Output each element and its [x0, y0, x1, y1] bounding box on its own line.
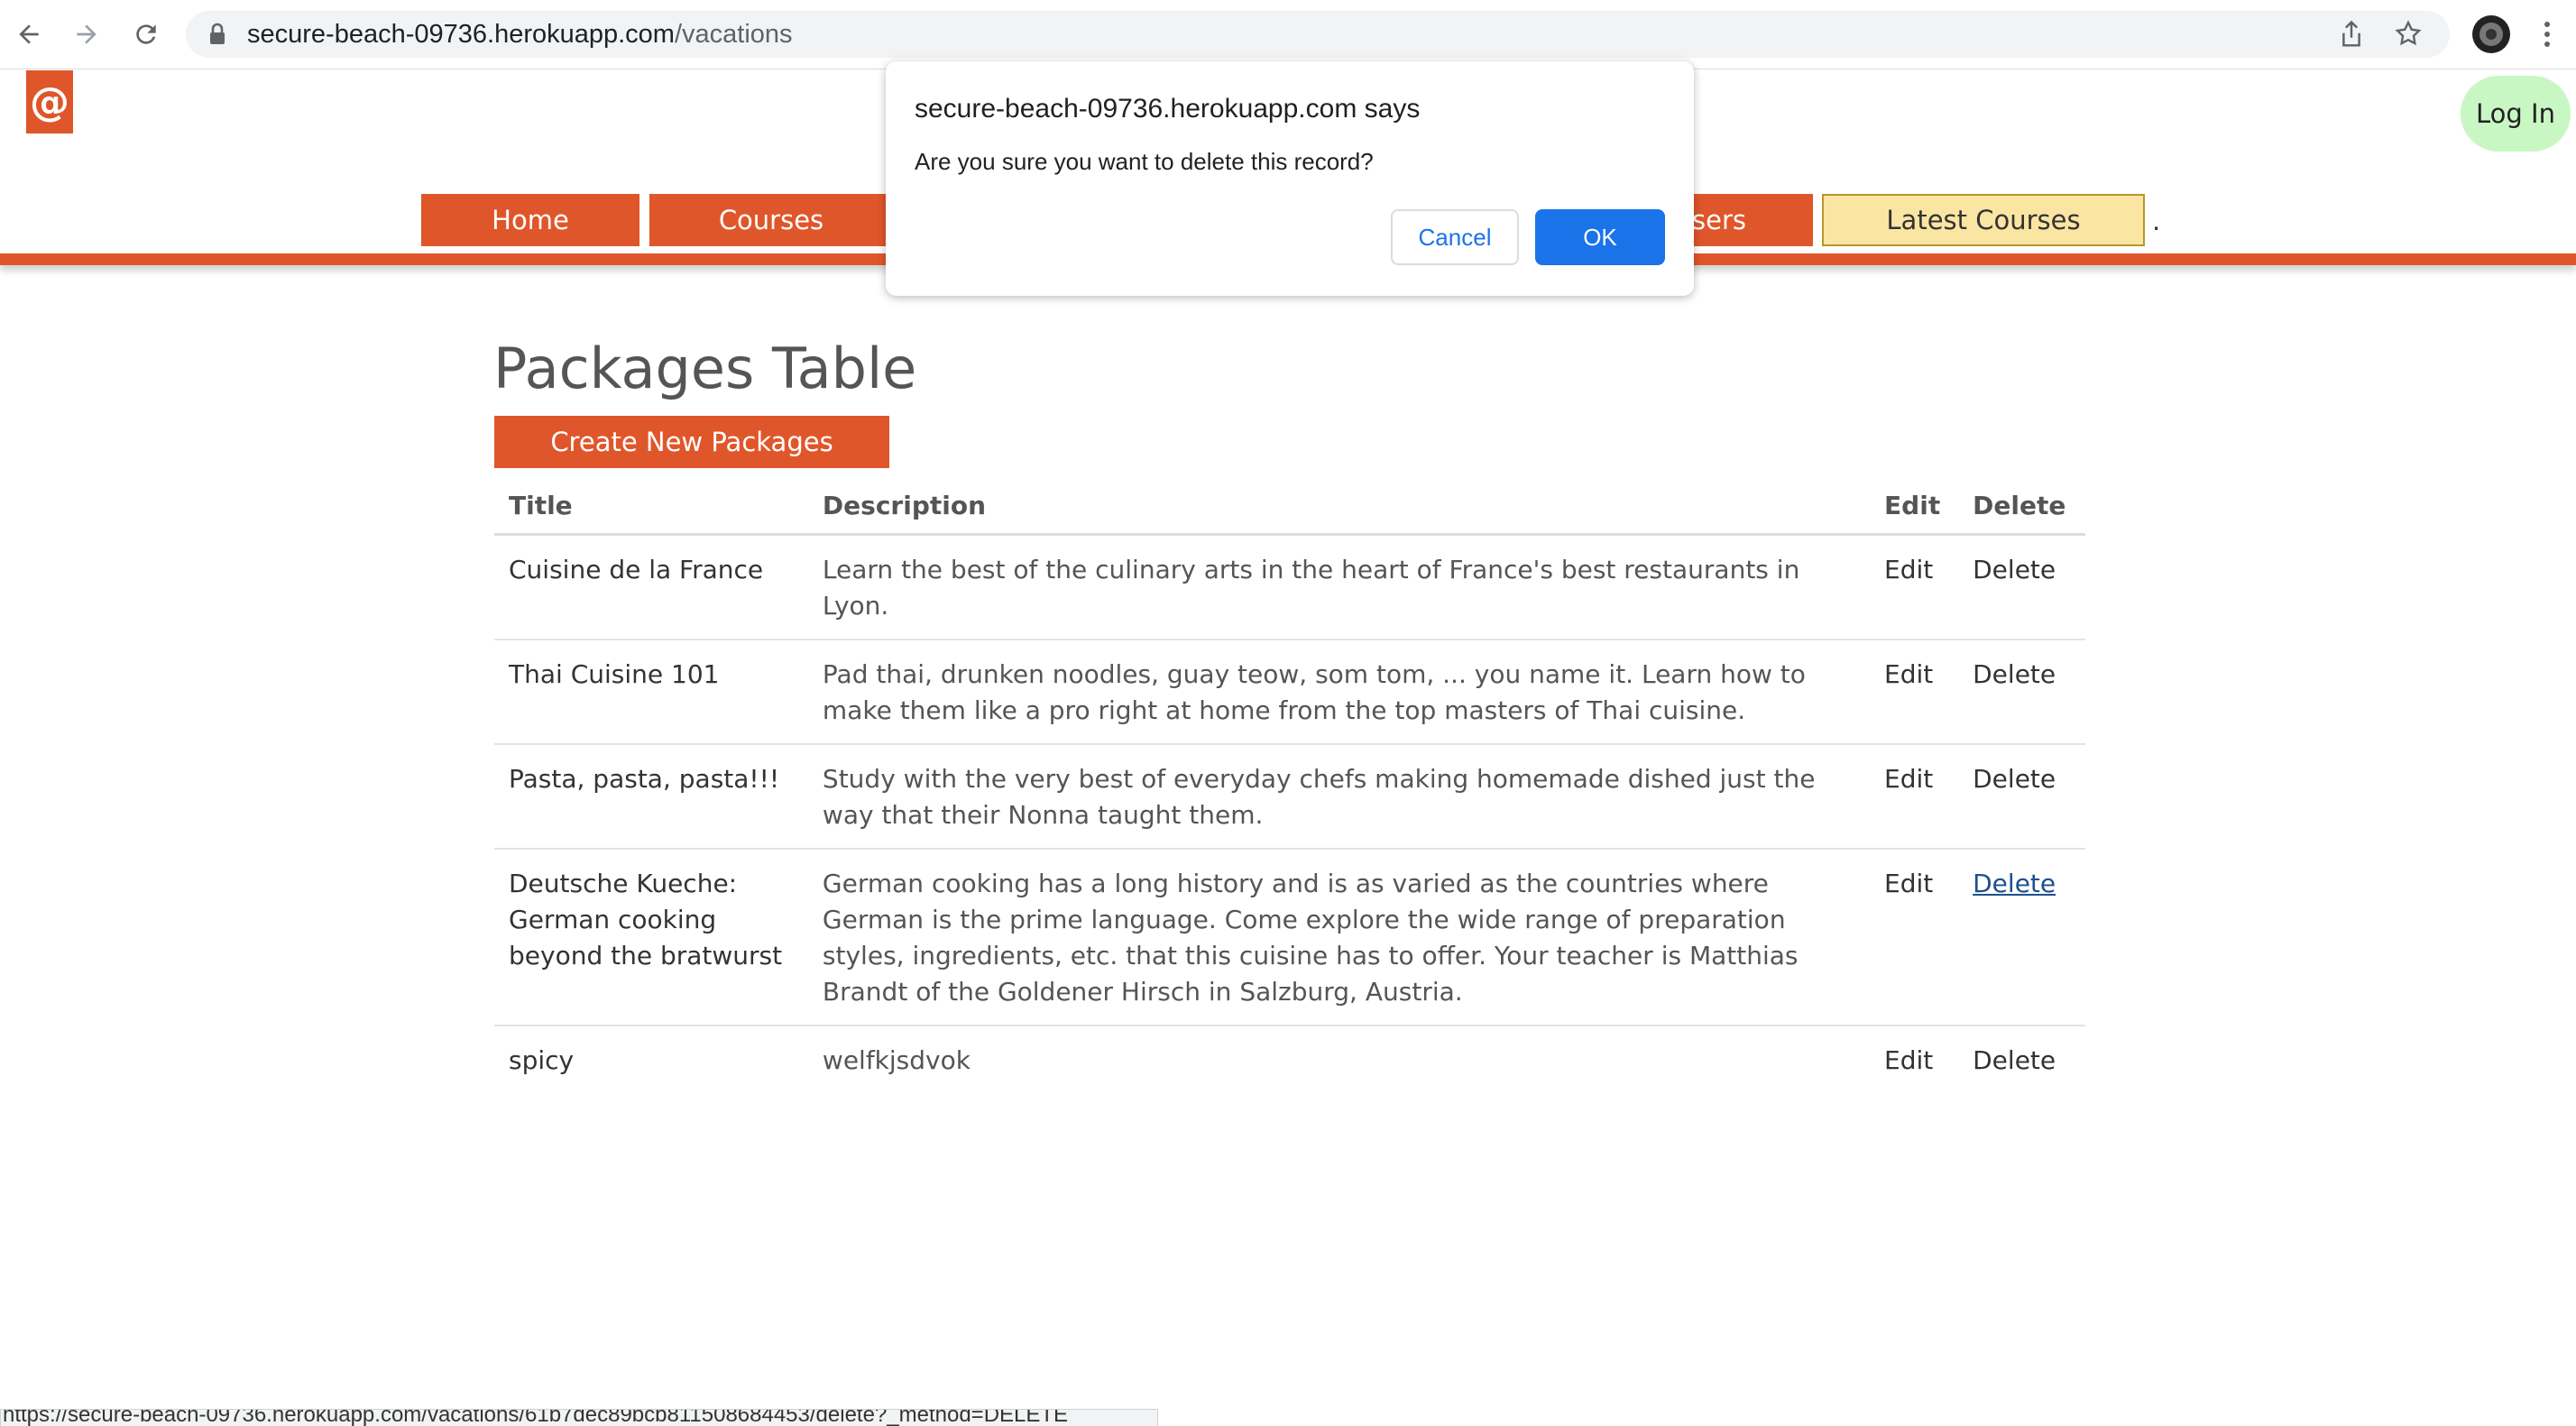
packages-table: Title Description Edit Delete Cuisine de… — [494, 475, 2085, 1093]
address-bar[interactable]: secure-beach-09736.herokuapp.com/vacatio… — [186, 11, 2450, 58]
url-host: secure-beach-09736.herokuapp.com — [247, 20, 675, 49]
delete-link-hovered[interactable]: Delete — [1958, 848, 2085, 1026]
nav-home[interactable]: Home — [421, 194, 639, 246]
dialog-title: secure-beach-09736.herokuapp.com says — [915, 94, 1421, 124]
site-logo[interactable]: @ — [26, 70, 73, 133]
ok-button[interactable]: OK — [1535, 209, 1665, 265]
edit-link[interactable]: Edit — [1870, 1025, 1959, 1093]
row-title: Pasta, pasta, pasta!!! — [494, 743, 808, 849]
status-bar-link-preview: https://secure-beach-09736.herokuapp.com… — [0, 1409, 1158, 1426]
lock-icon — [207, 23, 227, 50]
table-header-row: Title Description Edit Delete — [494, 475, 2085, 536]
dialog-message: Are you sure you want to delete this rec… — [915, 148, 1374, 175]
url-text: secure-beach-09736.herokuapp.com/vacatio… — [247, 20, 793, 50]
delete-link[interactable]: Delete — [1958, 1025, 2085, 1093]
row-title: Cuisine de la France — [494, 533, 808, 639]
row-description: welfkjsdvok — [807, 1025, 1871, 1093]
more-menu-icon[interactable] — [2525, 13, 2569, 56]
header-edit: Edit — [1870, 475, 1959, 536]
row-description: Study with the very best of everyday che… — [807, 743, 1871, 849]
profile-avatar-icon[interactable] — [2470, 13, 2513, 56]
row-title: Deutsche Kueche: German cooking beyond t… — [494, 848, 808, 1026]
share-icon[interactable] — [2338, 20, 2365, 52]
url-path: /vacations — [674, 20, 793, 49]
cancel-button[interactable]: Cancel — [1391, 209, 1519, 265]
page-title: Packages Table — [493, 336, 917, 401]
table-row: Cuisine de la France Learn the best of t… — [494, 533, 2085, 639]
status-url: https://secure-beach-09736.herokuapp.com… — [3, 1409, 1069, 1426]
confirm-dialog: secure-beach-09736.herokuapp.com says Ar… — [886, 61, 1694, 296]
login-button[interactable]: Log In — [2461, 76, 2571, 152]
header-title: Title — [494, 475, 808, 536]
header-description: Description — [807, 475, 1871, 536]
delete-link[interactable]: Delete — [1958, 533, 2085, 639]
nav-courses[interactable]: Courses — [649, 194, 893, 246]
edit-link[interactable]: Edit — [1870, 743, 1959, 849]
delete-link[interactable]: Delete — [1958, 639, 2085, 744]
table-row: spicy welfkjsdvok Edit Delete — [494, 1025, 2085, 1093]
row-description: Learn the best of the culinary arts in t… — [807, 533, 1871, 639]
row-title: Thai Cuisine 101 — [494, 639, 808, 744]
edit-link[interactable]: Edit — [1870, 848, 1959, 1026]
edit-link[interactable]: Edit — [1870, 533, 1959, 639]
nav-trailing-dot: . — [2152, 206, 2161, 236]
header-delete: Delete — [1958, 475, 2085, 536]
table-row: Pasta, pasta, pasta!!! Study with the ve… — [494, 743, 2085, 849]
forward-arrow-icon[interactable] — [65, 13, 108, 56]
reload-icon[interactable] — [124, 13, 168, 56]
nav-latest-courses[interactable]: Latest Courses — [1822, 194, 2145, 246]
table-row: Deutsche Kueche: German cooking beyond t… — [494, 848, 2085, 1026]
row-title: spicy — [494, 1025, 808, 1093]
browser-toolbar: secure-beach-09736.herokuapp.com/vacatio… — [0, 0, 2576, 69]
back-arrow-icon[interactable] — [7, 13, 51, 56]
row-description: German cooking has a long history and is… — [807, 848, 1871, 1026]
star-icon[interactable] — [2394, 19, 2423, 51]
create-new-packages-button[interactable]: Create New Packages — [494, 416, 889, 468]
table-row: Thai Cuisine 101 Pad thai, drunken noodl… — [494, 639, 2085, 744]
delete-link[interactable]: Delete — [1958, 743, 2085, 849]
delete-link-text[interactable]: Delete — [1973, 869, 2056, 898]
row-description: Pad thai, drunken noodles, guay teow, so… — [807, 639, 1871, 744]
edit-link[interactable]: Edit — [1870, 639, 1959, 744]
